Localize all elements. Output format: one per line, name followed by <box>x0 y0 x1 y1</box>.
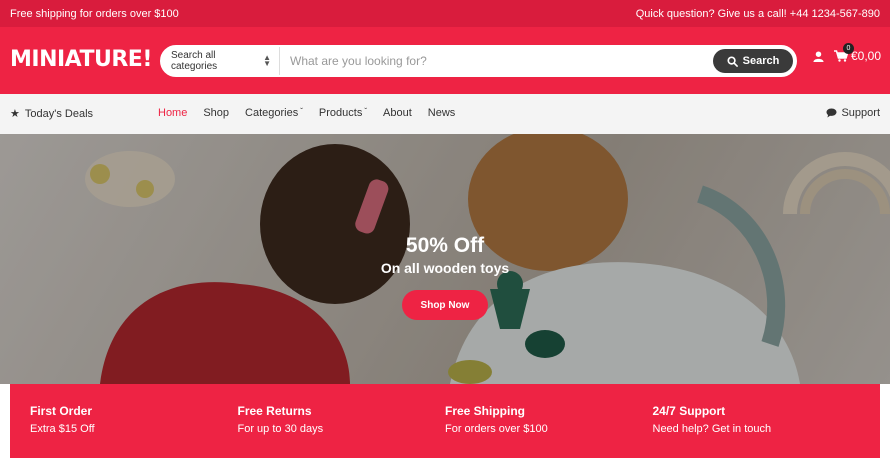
chevron-down-icon: ˇ <box>364 107 368 116</box>
nav-item-label: About <box>383 107 412 119</box>
feature-text: For up to 30 days <box>237 423 324 435</box>
star-icon: ★ <box>10 108 20 120</box>
nav-item-shop[interactable]: Shop <box>203 107 229 119</box>
nav-item-label: Categories <box>245 107 299 119</box>
header: MINIATURE! Search all categories ▲▼ Sear… <box>0 27 890 94</box>
select-arrows-icon: ▲ ▼ <box>263 53 271 68</box>
feature-text: Extra $15 Off <box>30 423 95 435</box>
category-select-label: Search all categories <box>171 50 218 72</box>
feature-free-shipping: Free Shipping For orders over $100 <box>445 404 653 458</box>
nav-item-label: Products <box>318 107 363 119</box>
nav-item-home[interactable]: Home <box>158 107 187 119</box>
feature-title: First Order <box>30 404 93 418</box>
feature-title: Free Shipping <box>445 404 526 418</box>
search-icon <box>727 55 738 67</box>
cart-button[interactable]: 0 €0,00 <box>834 43 882 63</box>
feature-free-returns: Free Returns For up to 30 days <box>238 404 446 458</box>
todays-deals-link[interactable]: ★ Today's Deals <box>10 107 94 121</box>
nav-item-news[interactable]: News <box>428 107 456 119</box>
feature-title: 24/7 Support <box>652 404 726 418</box>
hero-subtitle: On all wooden toys <box>380 260 510 276</box>
search-button-label: Search <box>742 55 780 67</box>
search-bar: Search all categories ▲▼ Search <box>160 45 797 77</box>
category-select[interactable]: Search all categories ▲ ▼ <box>162 47 280 75</box>
contact-text: Quick question? Give us a call! +44 1234… <box>635 7 880 20</box>
nav-item-label: Home <box>158 107 188 119</box>
chat-icon <box>826 108 837 118</box>
nav-item-about[interactable]: About <box>383 107 412 119</box>
hero-banner: 50% Off On all wooden toys Shop Now <box>0 134 890 384</box>
nav-item-label: Shop <box>203 107 230 119</box>
search-button[interactable]: Search <box>713 49 793 73</box>
promo-text: Free shipping for orders over $100 <box>10 7 179 20</box>
feature-first-order: First Order Extra $15 Off <box>30 404 238 458</box>
header-actions: 0 €0,00 <box>813 43 882 63</box>
nav-menu: Home Shop Categories ˇ Products ˇ About Ne… <box>158 107 455 119</box>
nav-item-categories[interactable]: Categories ˇ <box>245 107 303 119</box>
user-icon[interactable] <box>813 50 824 62</box>
feature-text: Need help? Get in touch <box>652 423 772 435</box>
chevron-down-icon: ˇ <box>300 107 303 116</box>
support-link[interactable]: Support <box>826 107 880 119</box>
features-bar: First Order Extra $15 Off Free Returns F… <box>10 384 880 458</box>
nav-item-label: News <box>427 107 456 119</box>
feature-text: For orders over $100 <box>445 423 548 435</box>
support-label: Support <box>841 107 880 119</box>
cart-count-badge: 0 <box>843 43 854 54</box>
cart-total: €0,00 <box>851 49 882 63</box>
todays-deals-label: Today's Deals <box>24 107 94 120</box>
hero-title: 50% Off <box>405 234 485 257</box>
logo[interactable]: MINIATURE! <box>10 47 152 72</box>
shop-now-button[interactable]: Shop Now <box>402 290 488 320</box>
feature-support: 24/7 Support Need help? Get in touch <box>653 404 861 458</box>
feature-title: Free Returns <box>237 404 312 418</box>
search-input[interactable] <box>280 47 713 75</box>
nav-item-products[interactable]: Products ˇ <box>319 107 367 119</box>
main-nav: ★ Today's Deals Home Shop Categories ˇ Pr… <box>0 94 890 134</box>
topbar: Free shipping for orders over $100 Quick… <box>0 0 890 27</box>
hero-overlay <box>0 134 890 384</box>
